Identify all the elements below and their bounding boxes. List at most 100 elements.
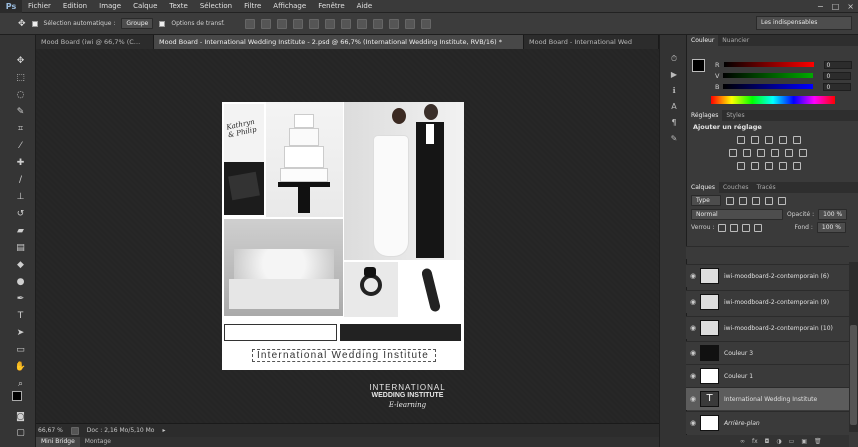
tab-reglages[interactable]: Réglages [687, 110, 723, 121]
tab-moodboard-2[interactable]: Mood Board - International Wedding Insti… [154, 35, 524, 49]
levels-adjust-icon[interactable] [751, 135, 759, 144]
layer-row[interactable]: ◉ iwi-moodboard-2-contemporain (10) [686, 316, 849, 339]
distribute-bottom-icon[interactable] [372, 18, 383, 29]
tab-montage[interactable]: Montage [80, 437, 116, 447]
adjust-layer-icon[interactable]: ◑ [776, 438, 781, 445]
color-lookup-adjust-icon[interactable] [799, 148, 807, 157]
exposure-adjust-icon[interactable] [779, 135, 787, 144]
eye-icon[interactable]: ◉ [686, 324, 700, 332]
menu-aide[interactable]: Aide [351, 0, 378, 13]
healing-tool-icon[interactable]: ✚ [14, 157, 27, 170]
layer-filter-select[interactable]: Type [691, 195, 721, 206]
align-left-icon[interactable] [292, 18, 303, 29]
menu-filtre[interactable]: Filtre [238, 0, 267, 13]
tab-traces[interactable]: Tracés [753, 182, 780, 193]
eraser-tool-icon[interactable]: ▰ [14, 225, 27, 238]
transform-bounding-box[interactable] [252, 349, 436, 362]
gradient-tool-icon[interactable]: ▤ [14, 242, 27, 255]
hue-saturation-adjust-icon[interactable] [729, 148, 737, 157]
paragraph-panel-icon[interactable]: ¶ [668, 117, 680, 128]
curves-adjust-icon[interactable] [765, 135, 773, 144]
trash-icon[interactable]: 🗑 [814, 438, 822, 445]
crop-tool-icon[interactable]: ⌗ [14, 123, 27, 136]
layer-row[interactable]: ◉ iwi-moodboard-2-contemporain (6) [686, 264, 849, 287]
blend-mode-select[interactable]: Normal [691, 209, 783, 220]
tab-couleur[interactable]: Couleur [687, 35, 719, 46]
threshold-adjust-icon[interactable] [765, 161, 773, 170]
r-value[interactable]: 0 [823, 60, 852, 69]
zoom-tool-icon[interactable]: ⌕ [14, 378, 27, 391]
lasso-tool-icon[interactable]: ◌ [14, 89, 27, 102]
invert-adjust-icon[interactable] [737, 161, 745, 170]
menu-texte[interactable]: Texte [163, 0, 193, 13]
vibrance-adjust-icon[interactable] [793, 135, 801, 144]
black-white-adjust-icon[interactable] [757, 148, 765, 157]
lock-position-icon[interactable] [742, 223, 751, 232]
menu-calque[interactable]: Calque [127, 0, 163, 13]
align-center-icon[interactable] [308, 18, 319, 29]
align-top-icon[interactable] [244, 18, 255, 29]
eye-icon[interactable]: ◉ [686, 419, 700, 427]
character-panel-icon[interactable]: A [668, 101, 680, 112]
workspace-select[interactable]: Les indispensables [756, 16, 852, 30]
stamp-tool-icon[interactable]: ⊥ [14, 191, 27, 204]
align-middle-icon[interactable] [260, 18, 271, 29]
b-value[interactable]: 0 [823, 82, 852, 91]
distribute-center-icon[interactable] [404, 18, 415, 29]
layer-style-icon[interactable]: fx [752, 438, 758, 445]
eye-icon[interactable]: ◉ [686, 272, 700, 280]
new-layer-icon[interactable]: ▣ [801, 438, 807, 445]
marquee-tool-icon[interactable]: ⬚ [14, 72, 27, 85]
align-bottom-icon[interactable] [276, 18, 287, 29]
opacity-input[interactable]: 100 % [818, 209, 848, 220]
maximize-button[interactable]: □ [832, 0, 840, 13]
r-slider[interactable] [723, 62, 814, 67]
v-slider[interactable] [723, 73, 814, 78]
eyedropper-tool-icon[interactable]: ⁄ [14, 140, 27, 153]
shape-tool-icon[interactable]: ▭ [14, 344, 27, 357]
brightness-adjust-icon[interactable] [737, 135, 745, 144]
distribute-right-icon[interactable] [420, 18, 431, 29]
quick-select-tool-icon[interactable]: ✎ [14, 106, 27, 119]
posterize-adjust-icon[interactable] [751, 161, 759, 170]
layer-partial[interactable] [686, 246, 849, 259]
link-layers-icon[interactable]: ∞ [740, 438, 745, 445]
layer-row-selected[interactable]: ◉ T International Wedding Institute [686, 387, 849, 410]
gradient-map-adjust-icon[interactable] [779, 161, 787, 170]
dodge-tool-icon[interactable]: ● [14, 276, 27, 289]
menu-fichier[interactable]: Fichier [22, 0, 57, 13]
layer-row[interactable]: ◉ Couleur 3 [686, 341, 849, 364]
folder-icon[interactable]: ▭ [789, 438, 795, 445]
filter-type-icon[interactable] [752, 196, 760, 205]
transform-checkbox[interactable] [159, 20, 166, 27]
lock-all-icon[interactable] [754, 223, 763, 232]
menu-fenetre[interactable]: Fenêtre [312, 0, 350, 13]
layer-row[interactable]: ◉ Arrière-plan [686, 411, 849, 434]
tab-moodboard-3[interactable]: Mood Board - International Wed [524, 35, 659, 49]
type-tool-icon[interactable]: T [14, 310, 27, 323]
hand-tool-icon[interactable]: ✋ [14, 361, 27, 374]
info-panel-icon[interactable]: ℹ [668, 85, 680, 96]
layers-scroll-thumb[interactable] [850, 325, 857, 425]
menu-image[interactable]: Image [93, 0, 127, 13]
path-select-icon[interactable]: ➤ [14, 327, 27, 340]
distribute-middle-icon[interactable] [356, 18, 367, 29]
fill-input[interactable]: 100 % [816, 222, 846, 233]
history-brush-icon[interactable]: ↺ [14, 208, 27, 221]
channel-mixer-adjust-icon[interactable] [785, 148, 793, 157]
mask-icon[interactable]: ◘ [765, 438, 770, 445]
pen-tool-icon[interactable]: ✒ [14, 293, 27, 306]
filter-adjust-icon[interactable] [739, 196, 747, 205]
b-slider[interactable] [723, 84, 814, 89]
auto-select-checkbox[interactable] [31, 20, 38, 27]
eye-icon[interactable]: ◉ [686, 372, 700, 380]
tab-nuancier[interactable]: Nuancier [718, 35, 753, 46]
v-value[interactable]: 0 [823, 71, 852, 80]
foreground-color-swatch[interactable] [12, 391, 22, 401]
menu-affichage[interactable]: Affichage [267, 0, 312, 13]
selective-color-adjust-icon[interactable] [793, 161, 801, 170]
menu-edition[interactable]: Edition [57, 0, 93, 13]
status-icon[interactable] [70, 426, 79, 435]
distribute-left-icon[interactable] [388, 18, 399, 29]
tab-mini-bridge[interactable]: Mini Bridge [36, 437, 80, 447]
